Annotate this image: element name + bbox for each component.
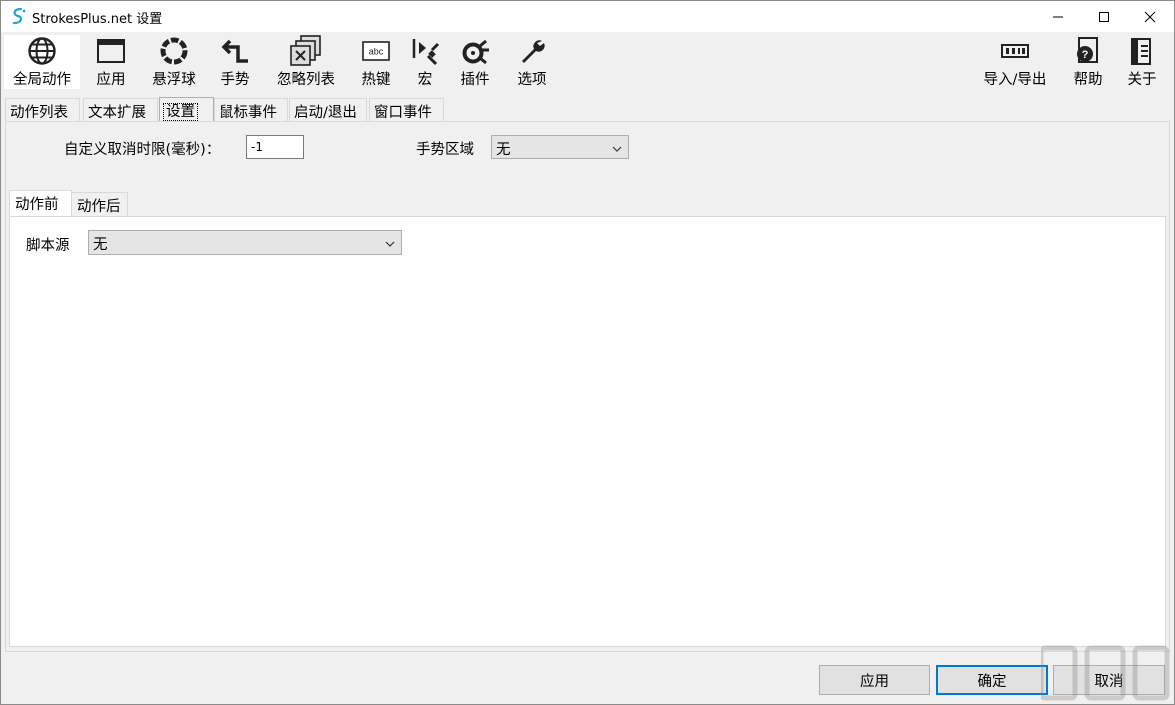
toolbar-label: 悬浮球 xyxy=(152,68,196,89)
subtab-before-action[interactable]: 动作前 xyxy=(9,190,72,217)
ring-icon xyxy=(157,35,191,67)
svg-text:abc: abc xyxy=(369,47,384,57)
watermark-logo xyxy=(1041,644,1171,702)
tab-settings[interactable]: 设置 xyxy=(159,97,214,122)
hotkey-icon: abc xyxy=(359,35,393,67)
toolbar-about[interactable]: 关于 xyxy=(1123,35,1161,89)
gesture-area-select[interactable]: 无 xyxy=(491,135,629,159)
title-bar[interactable]: StrokesPlus.net 设置 xyxy=(1,1,1174,32)
toolbar-options[interactable]: 选项 xyxy=(513,35,551,89)
ok-button[interactable]: 确定 xyxy=(936,665,1048,695)
globe-icon xyxy=(25,35,59,67)
chevron-down-icon xyxy=(612,142,622,158)
script-panel xyxy=(9,216,1166,647)
toolbar-label: 应用 xyxy=(97,68,126,89)
tab-label: 设置 xyxy=(164,104,197,120)
main-toolbar: 全局动作 应用 悬浮球 手势 忽略列表 xyxy=(1,32,1174,93)
macro-icon xyxy=(408,35,442,67)
window-icon xyxy=(94,35,128,67)
gesture-arrow-icon xyxy=(218,35,252,67)
gesture-area-value: 无 xyxy=(496,142,511,158)
toolbar-ignore-list[interactable]: 忽略列表 xyxy=(271,35,341,89)
toolbar-label: 手势 xyxy=(221,68,250,89)
close-button[interactable] xyxy=(1127,1,1173,32)
strokesplus-app-icon xyxy=(9,7,27,25)
toolbar-label: 关于 xyxy=(1128,68,1157,89)
subtab-after-action[interactable]: 动作后 xyxy=(71,192,128,216)
tab-text-expansion[interactable]: 文本扩展 xyxy=(83,98,158,122)
apply-button[interactable]: 应用 xyxy=(819,665,930,695)
about-icon xyxy=(1125,35,1159,67)
toolbar-label: 热键 xyxy=(362,68,391,89)
cancel-timeout-label: 自定义取消时限(毫秒)： xyxy=(64,138,220,159)
toolbar-label: 选项 xyxy=(518,68,547,89)
toolbar-label: 全局动作 xyxy=(13,68,71,89)
script-source-label: 脚本源 xyxy=(26,234,70,255)
toolbar-import-export[interactable]: 导入/导出 xyxy=(979,35,1051,89)
toolbar-label: 帮助 xyxy=(1074,68,1103,89)
ignore-list-icon xyxy=(289,35,323,67)
settings-window: StrokesPlus.net 设置 全局动作 应用 xyxy=(0,0,1175,705)
script-source-value: 无 xyxy=(93,237,108,253)
toolbar-plugins[interactable]: 插件 xyxy=(457,35,493,89)
plugin-icon xyxy=(458,35,492,67)
toolbar-global-actions[interactable]: 全局动作 xyxy=(4,35,80,89)
toolbar-apps[interactable]: 应用 xyxy=(90,35,132,89)
tab-window-events[interactable]: 窗口事件 xyxy=(369,98,444,122)
tab-label: 动作列表 xyxy=(10,105,68,121)
toolbar-floater[interactable]: 悬浮球 xyxy=(147,35,201,89)
chevron-down-icon xyxy=(385,237,395,253)
minimize-button[interactable] xyxy=(1035,1,1081,32)
toolbar-help[interactable]: ? 帮助 xyxy=(1069,35,1107,89)
gesture-area-label: 手势区域 xyxy=(416,138,474,159)
tab-label: 窗口事件 xyxy=(374,105,432,121)
tab-label: 鼠标事件 xyxy=(219,105,277,121)
toolbar-label: 导入/导出 xyxy=(984,68,1047,89)
toolbar-label: 宏 xyxy=(418,68,433,89)
svg-text:?: ? xyxy=(1082,49,1089,61)
tab-startup-exit[interactable]: 启动/退出 xyxy=(289,98,367,122)
script-source-select[interactable]: 无 xyxy=(88,230,402,255)
window-title: StrokesPlus.net 设置 xyxy=(32,8,162,27)
import-export-icon xyxy=(998,35,1032,67)
maximize-button[interactable] xyxy=(1081,1,1127,32)
help-icon: ? xyxy=(1071,35,1105,67)
toolbar-gestures[interactable]: 手势 xyxy=(215,35,255,89)
cancel-timeout-input[interactable]: -1 xyxy=(246,135,304,159)
tab-mouse-events[interactable]: 鼠标事件 xyxy=(214,98,288,122)
wrench-icon xyxy=(515,35,549,67)
toolbar-hotkeys[interactable]: abc 热键 xyxy=(356,35,396,89)
subtab-label: 动作前 xyxy=(15,197,59,213)
toolbar-macros[interactable]: 宏 xyxy=(409,35,441,89)
tab-action-list[interactable]: 动作列表 xyxy=(5,98,80,122)
toolbar-label: 插件 xyxy=(461,68,490,89)
toolbar-label: 忽略列表 xyxy=(277,68,335,89)
tab-label: 启动/退出 xyxy=(294,105,357,121)
tab-label: 文本扩展 xyxy=(88,105,146,121)
subtab-label: 动作后 xyxy=(77,199,121,215)
